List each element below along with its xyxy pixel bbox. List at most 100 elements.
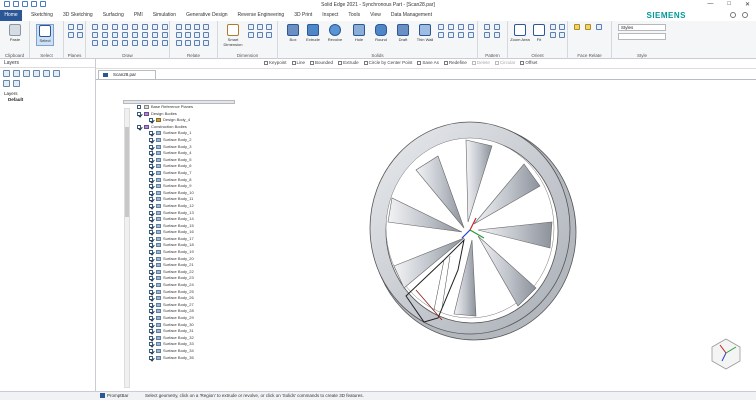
command-circular[interactable]: Circular: [494, 60, 515, 65]
distance-icon[interactable]: [248, 24, 254, 30]
command-offset[interactable]: Offset: [520, 60, 537, 65]
fillet-icon[interactable]: [132, 24, 138, 30]
tree-node-surface-body[interactable]: Surface Body_2: [123, 137, 238, 144]
tree-node-base-reference-planes[interactable]: Base Reference Planes: [123, 104, 238, 111]
web-icon[interactable]: [448, 32, 454, 38]
display-layer-icon[interactable]: [3, 80, 10, 87]
maximize-icon[interactable]: □: [727, 1, 731, 8]
concentric-icon[interactable]: [185, 24, 191, 30]
wheel-model[interactable]: [346, 110, 606, 350]
layer-options-icon[interactable]: [43, 70, 50, 77]
delete-layer-icon[interactable]: [13, 70, 20, 77]
line-icon[interactable]: [92, 24, 98, 30]
tree-node-surface-body[interactable]: Surface Body_10: [123, 190, 238, 197]
visibility-checkbox[interactable]: [149, 250, 153, 255]
box-button[interactable]: Box: [284, 24, 302, 42]
include-icon[interactable]: [102, 40, 108, 46]
zoom-icon[interactable]: [550, 32, 556, 38]
plane-icon[interactable]: [77, 24, 83, 30]
visibility-checkbox[interactable]: [149, 243, 153, 248]
command-extrude[interactable]: Extrude: [338, 60, 359, 65]
style-select[interactable]: [618, 33, 666, 40]
tree-node-surface-body[interactable]: Surface Body_18: [123, 242, 238, 249]
visibility-checkbox[interactable]: [149, 118, 153, 123]
tree-node-surface-body[interactable]: Surface Body_33: [123, 341, 238, 348]
visibility-checkbox[interactable]: [149, 269, 153, 274]
polygon-icon[interactable]: [122, 32, 128, 38]
command-circle-by-center-point[interactable]: Circle by Center Point: [363, 60, 412, 65]
tab-view[interactable]: View: [365, 10, 386, 21]
settings-icon[interactable]: [742, 12, 748, 18]
visibility-checkbox[interactable]: [149, 131, 153, 136]
mirror-icon[interactable]: [162, 24, 168, 30]
parallel-face-icon[interactable]: [585, 24, 591, 30]
circle-icon[interactable]: [112, 24, 118, 30]
plane-icon[interactable]: [77, 32, 83, 38]
tree-node-surface-body[interactable]: Surface Body_21: [123, 262, 238, 269]
smart-dimension-button[interactable]: Smart Dimension: [222, 24, 244, 47]
equal-icon[interactable]: [203, 32, 209, 38]
visibility-checkbox[interactable]: [149, 329, 153, 334]
tab-pmi[interactable]: PMI: [129, 10, 148, 21]
fill-icon[interactable]: [122, 40, 128, 46]
visibility-checkbox[interactable]: [149, 236, 153, 241]
visibility-checkbox[interactable]: [149, 355, 153, 360]
relationship-icon[interactable]: [203, 40, 209, 46]
tree-node-surface-body[interactable]: Surface Body_30: [123, 322, 238, 329]
angle-icon[interactable]: [257, 24, 263, 30]
tree-node-surface-body[interactable]: Surface Body_13: [123, 210, 238, 217]
rigid-icon[interactable]: [194, 40, 200, 46]
move-to-layer-icon[interactable]: [53, 70, 60, 77]
pattern-sketch-icon[interactable]: [162, 40, 168, 46]
tree-node-surface-body[interactable]: Surface Body_15: [123, 223, 238, 230]
show-layer-icon[interactable]: [23, 70, 30, 77]
split-icon[interactable]: [142, 32, 148, 38]
point-icon[interactable]: [102, 32, 108, 38]
close-icon[interactable]: ✕: [745, 1, 750, 8]
rib-icon[interactable]: [468, 24, 474, 30]
rectangle-icon[interactable]: [122, 24, 128, 30]
collinear-icon[interactable]: [185, 40, 191, 46]
lock-layer-icon[interactable]: [13, 80, 20, 87]
visibility-checkbox[interactable]: [149, 316, 153, 320]
coordinate-icon[interactable]: [266, 24, 272, 30]
layer-default[interactable]: Default: [4, 97, 91, 103]
tree-node-surface-body[interactable]: Surface Body_19: [123, 249, 238, 256]
tree-node-surface-body[interactable]: Surface Body_16: [123, 229, 238, 236]
tangent-icon[interactable]: [194, 32, 200, 38]
move-icon[interactable]: [132, 40, 138, 46]
visibility-checkbox[interactable]: [149, 177, 153, 182]
tab-inspect[interactable]: Inspect: [317, 10, 343, 21]
tab-data-management[interactable]: Data Management: [386, 10, 437, 21]
parallel-icon[interactable]: [203, 24, 209, 30]
visibility-checkbox[interactable]: [149, 184, 153, 189]
tree-node-surface-body[interactable]: Surface Body_17: [123, 236, 238, 243]
visibility-checkbox[interactable]: [149, 342, 153, 347]
ellipse-icon[interactable]: [112, 32, 118, 38]
select-button[interactable]: Select: [36, 24, 54, 46]
tree-node-surface-body[interactable]: Surface Body_35: [123, 355, 238, 362]
visibility-checkbox[interactable]: [137, 124, 141, 129]
text-icon[interactable]: [112, 40, 118, 46]
circ-pattern-icon[interactable]: [494, 24, 500, 30]
tree-node-surface-body[interactable]: Surface Body_8: [123, 177, 238, 184]
plane-icon[interactable]: [68, 24, 74, 30]
paste-button[interactable]: Paste: [6, 24, 24, 42]
chamfer-icon[interactable]: [132, 32, 138, 38]
offset-icon[interactable]: [152, 32, 158, 38]
visibility-checkbox[interactable]: [149, 164, 153, 169]
visibility-checkbox[interactable]: [149, 256, 153, 261]
tab-tools[interactable]: Tools: [343, 10, 365, 21]
visibility-checkbox[interactable]: [149, 263, 153, 268]
visibility-checkbox[interactable]: [149, 223, 153, 228]
tree-node-surface-body[interactable]: Surface Body_7: [123, 170, 238, 177]
tree-node-design-bodies[interactable]: Design Bodies: [123, 111, 238, 118]
tree-node-surface-body[interactable]: Surface Body_4: [123, 150, 238, 157]
auto-dimension-icon[interactable]: [266, 32, 272, 38]
command-save-as[interactable]: Save As: [417, 60, 439, 65]
tab-reverse-engineering[interactable]: Reverse Engineering: [233, 10, 290, 21]
mount-icon[interactable]: [468, 32, 474, 38]
visibility-checkbox[interactable]: [149, 203, 153, 208]
tree-node-surface-body[interactable]: Surface Body_1: [123, 130, 238, 137]
tree-node-surface-body[interactable]: Surface Body_6: [123, 163, 238, 170]
